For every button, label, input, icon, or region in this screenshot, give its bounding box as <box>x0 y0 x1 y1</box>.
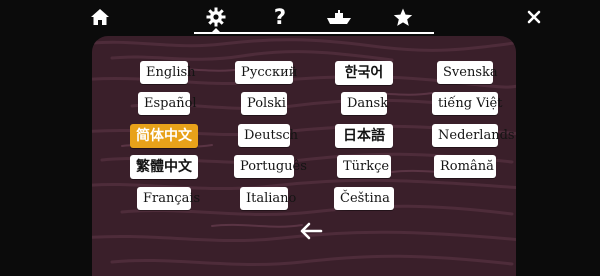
language-german[interactable]: Deutsch <box>238 124 298 147</box>
question-icon: ? <box>273 5 287 29</box>
language-swedish[interactable]: Svenska <box>437 61 498 84</box>
tab-favorites[interactable] <box>389 4 417 30</box>
language-polish[interactable]: Polski <box>241 92 287 115</box>
language-dutch[interactable]: Nederlands <box>432 124 515 147</box>
top-nav-bar: ? <box>0 0 600 36</box>
language-russian[interactable]: Русский <box>235 61 297 84</box>
language-danish[interactable]: Dansk <box>341 92 388 115</box>
language-romanian[interactable]: Română <box>434 155 496 178</box>
gear-icon <box>206 7 226 27</box>
home-button[interactable] <box>86 4 114 30</box>
tab-boat[interactable] <box>324 4 354 30</box>
active-tab-marker <box>211 28 221 33</box>
language-simplified-chinese[interactable]: 简体中文 <box>130 124 198 148</box>
language-japanese[interactable]: 日本語 <box>335 124 393 148</box>
close-button[interactable] <box>520 4 548 30</box>
boat-icon <box>327 10 351 24</box>
tab-help[interactable]: ? <box>266 4 294 30</box>
language-traditional-chinese[interactable]: 繁體中文 <box>130 155 198 179</box>
back-button[interactable] <box>298 221 324 241</box>
left-arrow-icon <box>300 222 323 240</box>
language-vietnamese[interactable]: tiếng Việt <box>432 92 502 115</box>
star-icon <box>393 8 413 26</box>
home-icon <box>91 9 109 25</box>
language-espanol[interactable]: Español <box>138 92 197 115</box>
close-icon <box>527 10 541 24</box>
language-korean[interactable]: 한국어 <box>335 61 393 85</box>
language-turkish[interactable]: Türkçe <box>337 155 391 178</box>
language-english[interactable]: English <box>140 61 196 84</box>
language-czech[interactable]: Čeština <box>334 187 394 210</box>
language-french[interactable]: Français <box>137 187 200 210</box>
tab-settings[interactable] <box>202 4 230 30</box>
language-italian[interactable]: Italiano <box>240 187 296 210</box>
tab-underline <box>194 32 434 34</box>
language-portuguese[interactable]: Português <box>234 155 307 178</box>
